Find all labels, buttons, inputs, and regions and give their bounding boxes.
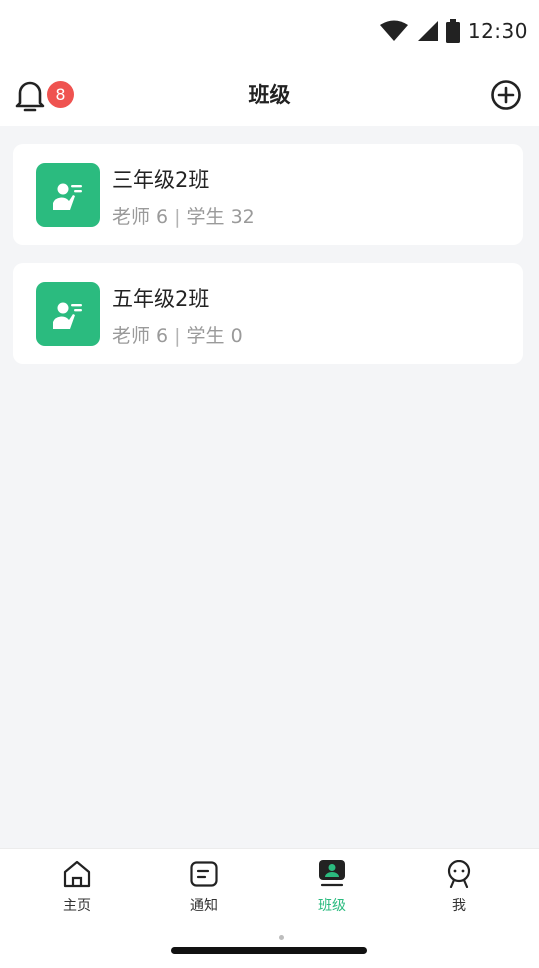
page-title: 班级	[248, 83, 291, 107]
home-icon	[62, 859, 92, 889]
notification-button[interactable]	[14, 78, 46, 112]
plus-circle-icon	[491, 80, 521, 110]
nav-label: 主页	[63, 898, 91, 914]
nav-label: 通知	[190, 898, 218, 914]
class-meta: 老师 6 | 学生 0	[112, 321, 243, 348]
app-header: 8 班级	[0, 62, 539, 126]
nav-label: 我	[452, 898, 466, 914]
profile-icon	[444, 859, 474, 889]
class-name: 五年级2班	[112, 287, 210, 311]
notification-badge: 8	[47, 81, 74, 108]
teacher-icon	[36, 282, 100, 346]
screen: 12:30 8 班级 三年级2班 老师 6 | 学生 32 五年级2班 老师 6…	[0, 0, 539, 968]
divider: |	[174, 206, 181, 228]
signal-icon	[416, 20, 438, 42]
status-time: 12:30	[467, 19, 528, 43]
class-icon	[317, 859, 347, 889]
class-card[interactable]: 五年级2班 老师 6 | 学生 0	[13, 263, 523, 364]
indicator-dot	[279, 935, 284, 940]
nav-item-home[interactable]: 主页	[42, 859, 112, 919]
add-class-button[interactable]	[490, 79, 522, 111]
nav-item-notice[interactable]: 通知	[169, 859, 239, 919]
teacher-count: 老师 6	[112, 325, 169, 347]
student-count: 学生 0	[186, 325, 243, 347]
bell-icon	[15, 81, 45, 112]
battery-icon	[445, 19, 460, 43]
student-count: 学生 32	[186, 206, 255, 228]
class-meta: 老师 6 | 学生 32	[112, 202, 255, 229]
teacher-count: 老师 6	[112, 206, 169, 228]
message-icon	[189, 859, 219, 889]
class-name: 三年级2班	[112, 168, 210, 192]
teacher-icon	[36, 163, 100, 227]
divider: |	[174, 325, 181, 347]
home-indicator[interactable]	[171, 947, 367, 954]
class-card[interactable]: 三年级2班 老师 6 | 学生 32	[13, 144, 523, 245]
nav-item-me[interactable]: 我	[424, 859, 494, 919]
nav-item-class[interactable]: 班级	[297, 859, 367, 919]
status-bar: 12:30	[0, 0, 539, 62]
class-list: 三年级2班 老师 6 | 学生 32 五年级2班 老师 6 | 学生 0	[13, 144, 523, 382]
nav-label: 班级	[318, 898, 346, 914]
wifi-icon	[379, 20, 408, 42]
